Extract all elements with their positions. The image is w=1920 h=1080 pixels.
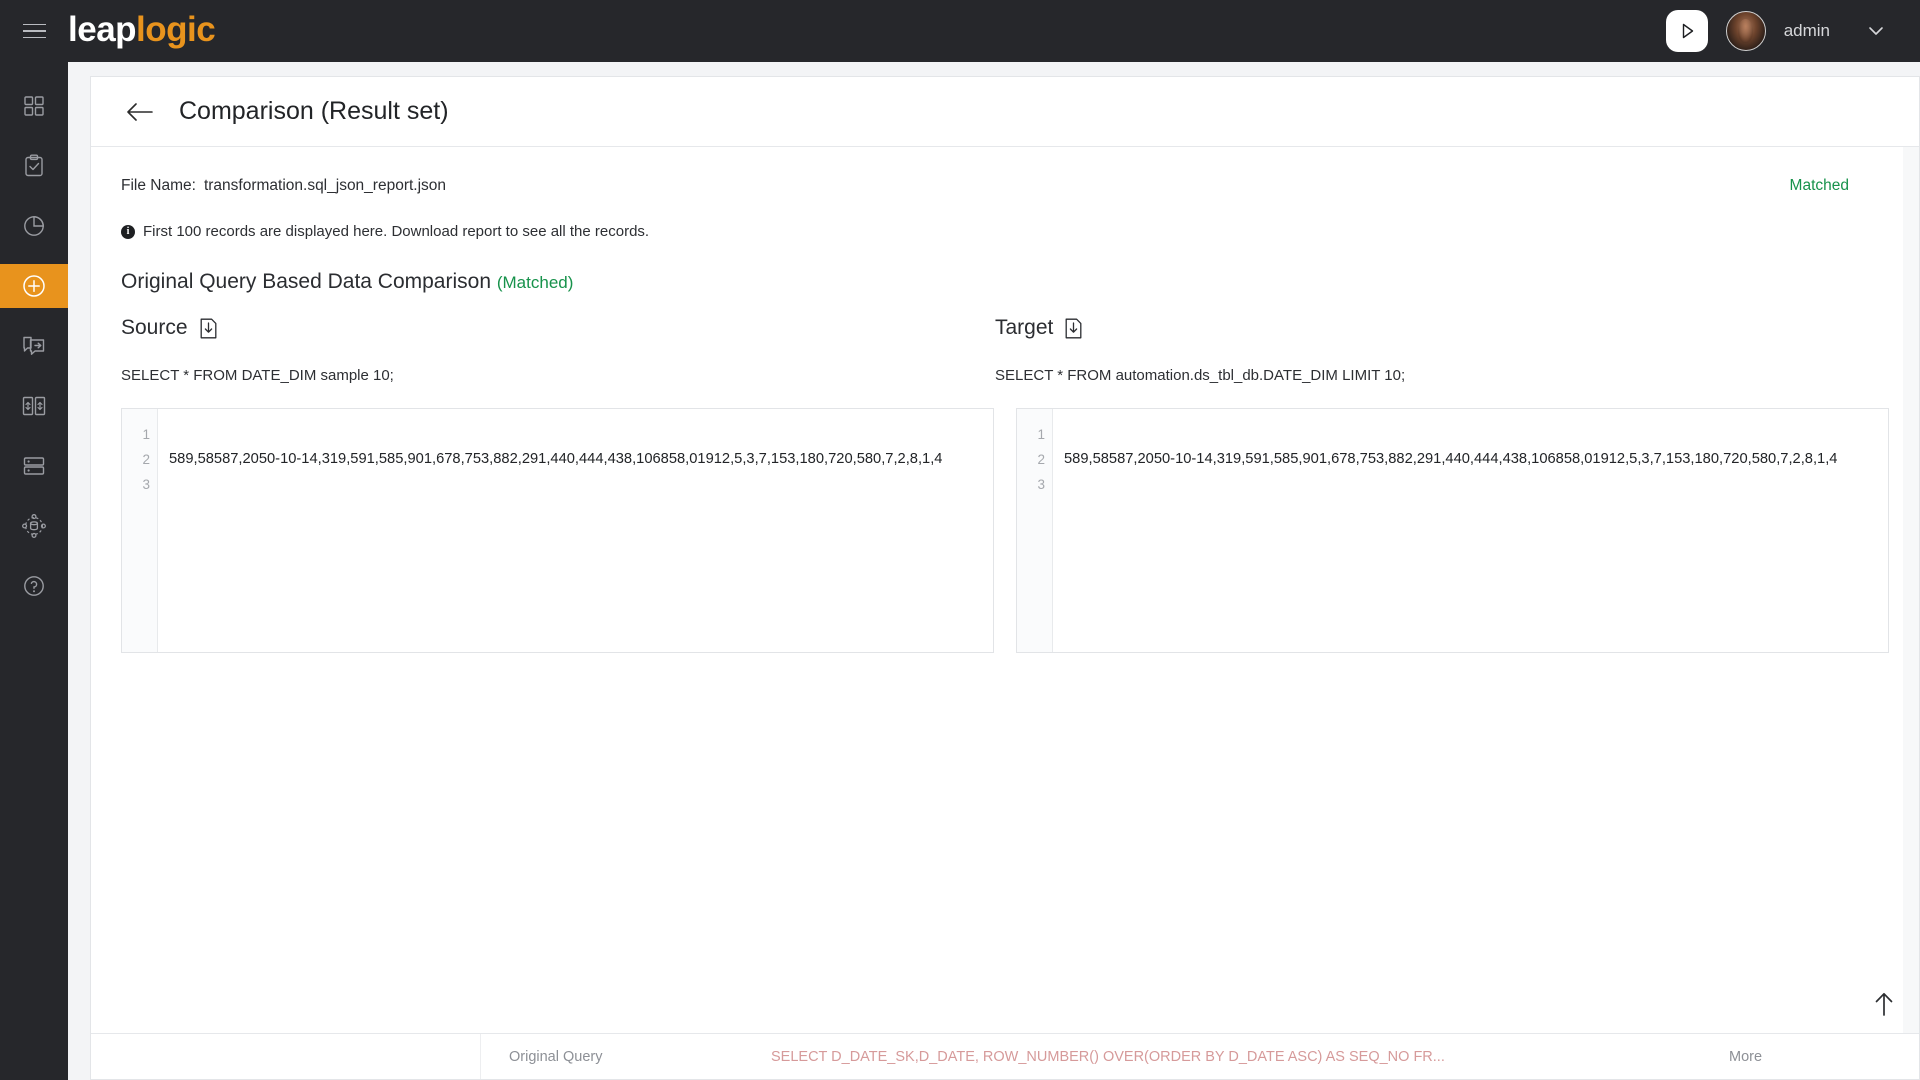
brand-leap-text: leap [68,10,136,49]
file-download-icon[interactable] [200,318,217,339]
records-notice: i First 100 records are displayed here. … [121,223,1889,240]
content-card: Comparison (Result set) File Name: trans… [90,76,1920,1080]
hamburger-line [23,37,46,39]
records-notice-text: First 100 records are displayed here. Do… [143,223,649,240]
line-number: 2 [1017,447,1045,472]
file-download-icon[interactable] [1065,318,1082,339]
grid-icon [23,95,45,117]
app-shell: Comparison (Result set) File Name: trans… [0,62,1920,1080]
play-icon[interactable] [1666,10,1708,52]
clipboard-check-icon [23,154,45,178]
target-line-numbers: 1 2 3 [1017,409,1053,652]
sidebar-item-dashboard[interactable] [0,84,68,128]
arrow-up-icon [1871,990,1897,1023]
line-number: 3 [1017,472,1045,497]
sidebar-item-create-new[interactable] [0,264,68,308]
target-title: Target [995,316,1053,340]
server-icon [22,455,46,477]
sidebar [0,62,68,1080]
compare-arrows-icon [21,394,47,418]
hamburger-icon[interactable] [0,0,68,62]
sidebar-item-data-store[interactable] [0,444,68,488]
main-area: Comparison (Result set) File Name: trans… [68,62,1920,1080]
bottom-row-label: Original Query [481,1049,771,1065]
status-badge: Matched [1790,177,1889,195]
question-circle-icon [22,574,46,598]
vertical-scrollbar[interactable] [1903,147,1919,1079]
comparison-heading: Original Query Based Data Comparison (Ma… [121,270,1889,294]
comparison-heading-text: Original Query Based Data Comparison [121,270,491,293]
sidebar-item-integrations[interactable] [0,504,68,548]
bottom-query-row: Original Query SELECT D_DATE_SK,D_DATE, … [91,1033,1919,1079]
pane-headers: Source SELECT * FROM DATE_DIM sample 10;… [121,316,1889,384]
source-result-content[interactable]: 589,58587,2050-10-14,319,591,585,901,678… [158,409,993,652]
target-result-editor[interactable]: 1 2 3 589,58587,2050-10-14,319,591,585,9… [1016,408,1889,653]
sidebar-item-comparison[interactable] [0,384,68,428]
file-name-value: transformation.sql_json_report.json [204,177,446,195]
target-result-content[interactable]: 589,58587,2050-10-14,319,591,585,901,678… [1053,409,1888,652]
source-head: Source [121,316,995,340]
database-network-icon [21,513,47,539]
arrow-left-icon[interactable] [125,101,155,123]
target-head: Target [995,316,1869,340]
line-number: 3 [122,472,150,497]
plus-circle-icon [21,273,47,299]
bottom-row-more-link[interactable]: More [1729,1049,1919,1065]
line-number: 1 [122,422,150,447]
chevron-down-icon[interactable] [1868,24,1884,39]
source-line-numbers: 1 2 3 [122,409,158,652]
result-editors: 1 2 3 589,58587,2050-10-14,319,591,585,9… [121,408,1889,653]
avatar[interactable] [1726,11,1766,51]
comparison-heading-status: (Matched) [497,273,574,292]
top-bar: leaplogic admin [0,0,1920,62]
target-query: SELECT * FROM automation.ds_tbl_db.DATE_… [995,367,1869,384]
sidebar-item-help[interactable] [0,564,68,608]
sidebar-item-assessment[interactable] [0,144,68,188]
hamburger-line [23,30,46,32]
file-name-label: File Name: [121,177,196,195]
source-result-line: 589,58587,2050-10-14,319,591,585,901,678… [169,447,981,472]
topbar-actions: admin [1666,10,1920,52]
sidebar-item-analytics[interactable] [0,204,68,248]
chat-export-icon [21,334,47,358]
card-body: File Name: transformation.sql_json_repor… [91,147,1919,1079]
scroll-to-top-button[interactable] [1867,989,1901,1023]
source-query: SELECT * FROM DATE_DIM sample 10; [121,367,995,384]
target-pane-header: Target SELECT * FROM automation.ds_tbl_d… [995,316,1869,384]
source-title: Source [121,316,188,340]
info-icon: i [121,225,135,239]
page-header: Comparison (Result set) [91,77,1919,147]
target-result-line: 589,58587,2050-10-14,319,591,585,901,678… [1064,447,1876,472]
source-result-editor[interactable]: 1 2 3 589,58587,2050-10-14,319,591,585,9… [121,408,994,653]
sidebar-item-transformation[interactable] [0,324,68,368]
line-number: 1 [1017,422,1045,447]
line-number: 2 [122,447,150,472]
hamburger-line [23,24,46,26]
brand-logic-text: logic [136,10,215,49]
brand-logo[interactable]: leaplogic [68,12,215,50]
user-name: admin [1784,21,1830,41]
bottom-row-spacer [91,1034,481,1079]
source-pane-header: Source SELECT * FROM DATE_DIM sample 10; [121,316,995,384]
page-title: Comparison (Result set) [179,97,449,126]
pie-chart-icon [22,214,46,238]
file-name-row: File Name: transformation.sql_json_repor… [121,177,1889,195]
bottom-row-query: SELECT D_DATE_SK,D_DATE, ROW_NUMBER() OV… [771,1049,1729,1065]
